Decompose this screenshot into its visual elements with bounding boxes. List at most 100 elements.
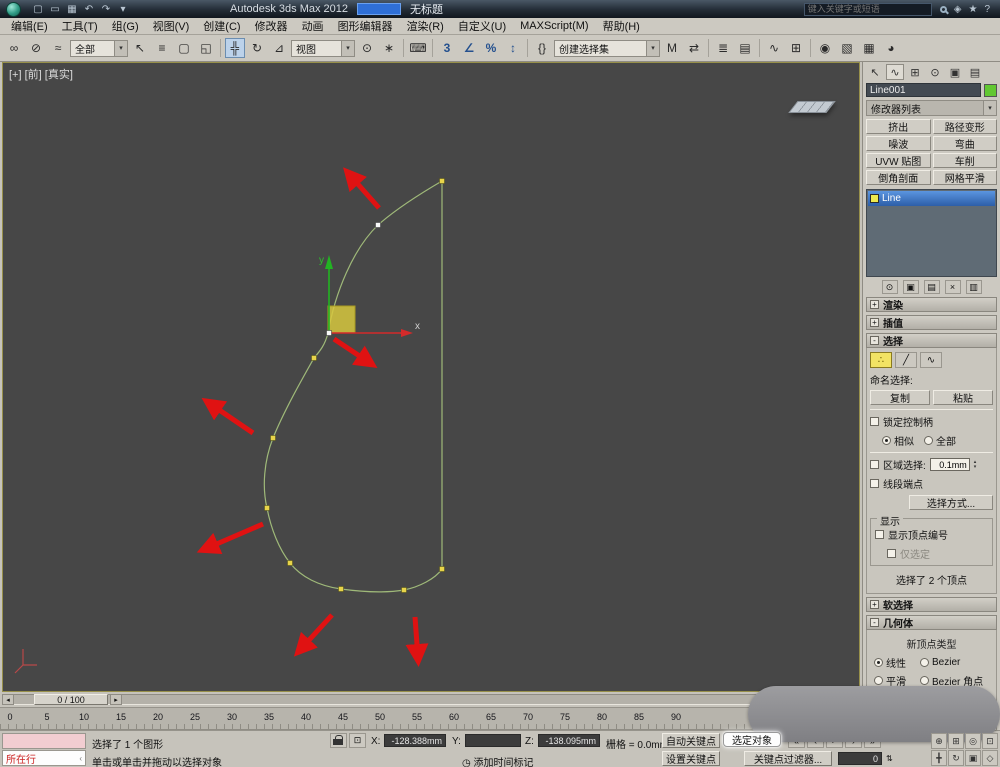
menu-animation[interactable]: 动画 <box>295 18 331 34</box>
redo-icon[interactable]: ↷ <box>99 4 113 15</box>
viewport-label[interactable]: [+] [前] [真实] <box>9 66 73 82</box>
menu-create[interactable]: 创建(C) <box>196 18 247 34</box>
select-and-rotate-icon[interactable]: ↻ <box>247 38 267 58</box>
smooth-radio[interactable] <box>874 676 883 685</box>
tab-hierarchy-icon[interactable]: ⊞ <box>906 64 924 80</box>
zoom-extents-icon[interactable]: ◎ <box>965 733 981 749</box>
bezier-radio[interactable] <box>920 658 929 667</box>
make-unique-icon[interactable]: ▤ <box>923 280 940 294</box>
field-of-view-icon[interactable]: ◇ <box>982 750 998 766</box>
menu-help[interactable]: 帮助(H) <box>596 18 647 34</box>
selected-only-checkbox[interactable] <box>887 549 896 558</box>
y-coord-field[interactable] <box>465 734 521 747</box>
noise-button[interactable]: 噪波 <box>866 136 931 151</box>
area-selection-value[interactable] <box>929 458 970 471</box>
selection-filter-dropdown[interactable]: 全部 ▾ <box>70 39 128 57</box>
unlink-selection-icon[interactable]: ⊘ <box>26 38 46 58</box>
paste-button[interactable]: 粘贴 <box>933 390 993 405</box>
select-and-manipulate-icon[interactable]: ∗ <box>379 38 399 58</box>
set-key-button[interactable]: 设置关键点 <box>662 751 720 766</box>
current-frame-field[interactable] <box>838 752 882 765</box>
select-and-link-icon[interactable]: ∞ <box>4 38 24 58</box>
save-file-icon[interactable]: ▦ <box>65 4 79 15</box>
ribbon-toggle-icon[interactable]: ▤ <box>735 38 755 58</box>
uvw-map-button[interactable]: UVW 贴图 <box>866 153 931 168</box>
spline-subobject-icon[interactable]: ∿ <box>920 352 942 368</box>
menu-rendering[interactable]: 渲染(R) <box>400 18 451 34</box>
edit-named-sets-icon[interactable]: {} <box>532 38 552 58</box>
selection-region-icon[interactable]: ▢ <box>174 38 194 58</box>
spinner-snap-icon[interactable]: ↕ <box>503 38 523 58</box>
vertex-subobject-icon[interactable]: ∴ <box>870 352 892 368</box>
menu-edit[interactable]: 编辑(E) <box>4 18 55 34</box>
frame-spinner-icon[interactable]: ⇅ <box>886 754 893 763</box>
tab-utilities-icon[interactable]: ▤ <box>966 64 984 80</box>
select-and-move-icon[interactable]: ╬ <box>225 38 245 58</box>
linear-radio[interactable] <box>874 658 883 667</box>
all-radio[interactable] <box>924 436 933 445</box>
segment-subobject-icon[interactable]: ╱ <box>895 352 917 368</box>
app-logo-icon[interactable] <box>6 1 21 17</box>
x-coord-field[interactable] <box>384 734 446 747</box>
tab-create-icon[interactable]: ↖ <box>866 64 884 80</box>
reference-coordinate-dropdown[interactable]: 视图 ▾ <box>291 39 355 57</box>
new-file-icon[interactable]: ▢ <box>31 4 45 15</box>
rollout-selection[interactable]: - 选择 <box>866 333 997 348</box>
menu-customize[interactable]: 自定义(U) <box>451 18 513 34</box>
use-pivot-center-icon[interactable]: ⊙ <box>357 38 377 58</box>
mirror-icon[interactable]: M <box>662 38 682 58</box>
tab-motion-icon[interactable]: ⊙ <box>926 64 944 80</box>
named-selection-sets-dropdown[interactable]: 创建选择集 ▾ <box>554 39 660 57</box>
modifier-stack[interactable]: Line <box>866 189 997 277</box>
zoom-all-icon[interactable]: ⊞ <box>948 733 964 749</box>
rollout-interpolation[interactable]: + 插值 <box>866 315 997 330</box>
quick-render-icon[interactable]: ◕ <box>881 38 901 58</box>
time-slider-handle[interactable]: 0 / 100 <box>34 694 108 705</box>
schematic-view-icon[interactable]: ⊞ <box>786 38 806 58</box>
maxscript-macro-recorder[interactable] <box>2 733 86 749</box>
alike-radio[interactable] <box>882 436 891 445</box>
stack-item-line[interactable]: Line <box>868 191 995 206</box>
spinner-arrows-icon[interactable]: ▴ ▾ <box>974 459 977 470</box>
pin-stack-icon[interactable]: ⊙ <box>881 280 898 294</box>
bezier-corner-radio[interactable] <box>920 676 929 685</box>
next-frame-icon[interactable]: ▸ <box>110 694 122 705</box>
help-icon[interactable]: ? <box>984 4 990 15</box>
menu-maxscript[interactable]: MAXScript(M) <box>513 20 595 32</box>
selection-lock-toggle[interactable] <box>330 733 347 748</box>
modifier-list-dropdown[interactable]: 修改器列表 ▾ <box>866 100 997 116</box>
maxscript-mini-listener[interactable]: 所在行 ‹ <box>2 750 86 766</box>
tab-display-icon[interactable]: ▣ <box>946 64 964 80</box>
front-viewport[interactable]: [+] [前] [真实] y x <box>2 62 860 692</box>
workspace-dropdown-icon[interactable]: ▾ <box>116 4 130 15</box>
key-filters-button[interactable]: 关键点过滤器... <box>744 751 832 766</box>
copy-button[interactable]: 复制 <box>870 390 930 405</box>
orbit-icon[interactable]: ↻ <box>948 750 964 766</box>
meshsmooth-button[interactable]: 网格平滑 <box>932 170 997 185</box>
undo-icon[interactable]: ↶ <box>82 4 96 15</box>
keyboard-override-icon[interactable]: ⌨ <box>408 38 428 58</box>
layer-manager-icon[interactable]: ≣ <box>713 38 733 58</box>
rollout-soft-selection[interactable]: + 软选择 <box>866 597 997 612</box>
bevel-profile-button[interactable]: 倒角剖面 <box>866 170 931 185</box>
pan-icon[interactable]: ╋ <box>931 750 947 766</box>
select-and-scale-icon[interactable]: ⊿ <box>269 38 289 58</box>
material-editor-icon[interactable]: ◉ <box>815 38 835 58</box>
selected-objects-button[interactable]: 选定对象 <box>723 732 781 747</box>
bend-button[interactable]: 弯曲 <box>932 136 997 151</box>
extrude-button[interactable]: 挤出 <box>866 119 931 134</box>
percent-snap-icon[interactable]: % <box>481 38 501 58</box>
lock-handles-checkbox[interactable] <box>870 417 879 426</box>
remove-modifier-icon[interactable]: × <box>944 280 961 294</box>
menu-modifiers[interactable]: 修改器 <box>248 18 295 34</box>
zoom-region-icon[interactable]: ⊡ <box>982 733 998 749</box>
maximize-viewport-icon[interactable]: ▣ <box>965 750 981 766</box>
z-coord-field[interactable] <box>538 734 600 747</box>
area-selection-checkbox[interactable] <box>870 460 879 469</box>
show-vertex-numbers-checkbox[interactable] <box>875 530 884 539</box>
menu-views[interactable]: 视图(V) <box>146 18 197 34</box>
communication-center-icon[interactable]: ◈ <box>954 4 962 15</box>
object-name-field[interactable] <box>866 83 981 97</box>
align-icon[interactable]: ⇄ <box>684 38 704 58</box>
listener-scroll-icon[interactable]: ‹ <box>79 754 82 763</box>
